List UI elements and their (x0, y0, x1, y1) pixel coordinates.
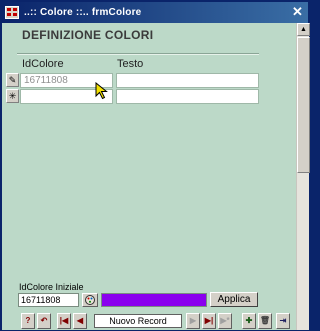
initial-color-input[interactable]: 16711808 (18, 293, 79, 307)
scrollbar-thumb[interactable] (297, 37, 310, 173)
window-title: ..:: Colore ::.. frmColore (24, 7, 142, 18)
record-position-field[interactable]: Nuovo Record (94, 314, 182, 328)
close-icon[interactable]: ✕ (290, 5, 305, 20)
scroll-up-icon[interactable]: ▲ (297, 23, 310, 36)
next-record-button[interactable]: ▶ (186, 313, 200, 329)
exit-button[interactable]: ⇥ (276, 313, 290, 329)
record-navigation-bar: ? ↶ |◀ ◀ Nuovo Record ▶ ▶| ▶* ✚ 🗑 ⇥ (2, 312, 296, 330)
apply-button[interactable]: Applica (210, 292, 258, 307)
app-window: ..:: Colore ::.. frmColore ✕ DEFINIZIONE… (0, 0, 310, 331)
column-header-idcolore: IdColore (22, 58, 64, 70)
add-record-button[interactable]: ✚ (242, 313, 256, 329)
previous-record-button[interactable]: ◀ (73, 313, 87, 329)
new-record-nav-button[interactable]: ▶* (218, 313, 232, 329)
form-icon (5, 6, 19, 19)
pointer-cursor-icon (95, 82, 108, 100)
testo-field[interactable] (116, 73, 259, 88)
undo-button[interactable]: ↶ (37, 313, 51, 329)
last-record-button[interactable]: ▶| (202, 313, 216, 329)
delete-record-button[interactable]: 🗑 (258, 313, 272, 329)
color-picker-button[interactable] (82, 293, 98, 307)
help-button[interactable]: ? (21, 313, 35, 329)
color-swatch (101, 293, 207, 307)
palette-icon (85, 295, 95, 305)
first-record-button[interactable]: |◀ (57, 313, 71, 329)
initial-color-label: IdColore Iniziale (19, 282, 84, 292)
column-header-testo: Testo (117, 58, 144, 70)
testo-field-new[interactable] (116, 89, 259, 104)
title-bar[interactable]: ..:: Colore ::.. frmColore ✕ (2, 2, 308, 23)
page-title: DEFINIZIONE COLORI (22, 28, 154, 42)
form-body: DEFINIZIONE COLORI IdColore Testo ✎ 1671… (2, 23, 296, 330)
record-selector-new[interactable]: ✳ (6, 89, 19, 103)
record-selector-edit[interactable]: ✎ (6, 73, 19, 87)
vertical-scrollbar[interactable]: ▲ (296, 23, 310, 330)
heading-divider (17, 53, 259, 55)
